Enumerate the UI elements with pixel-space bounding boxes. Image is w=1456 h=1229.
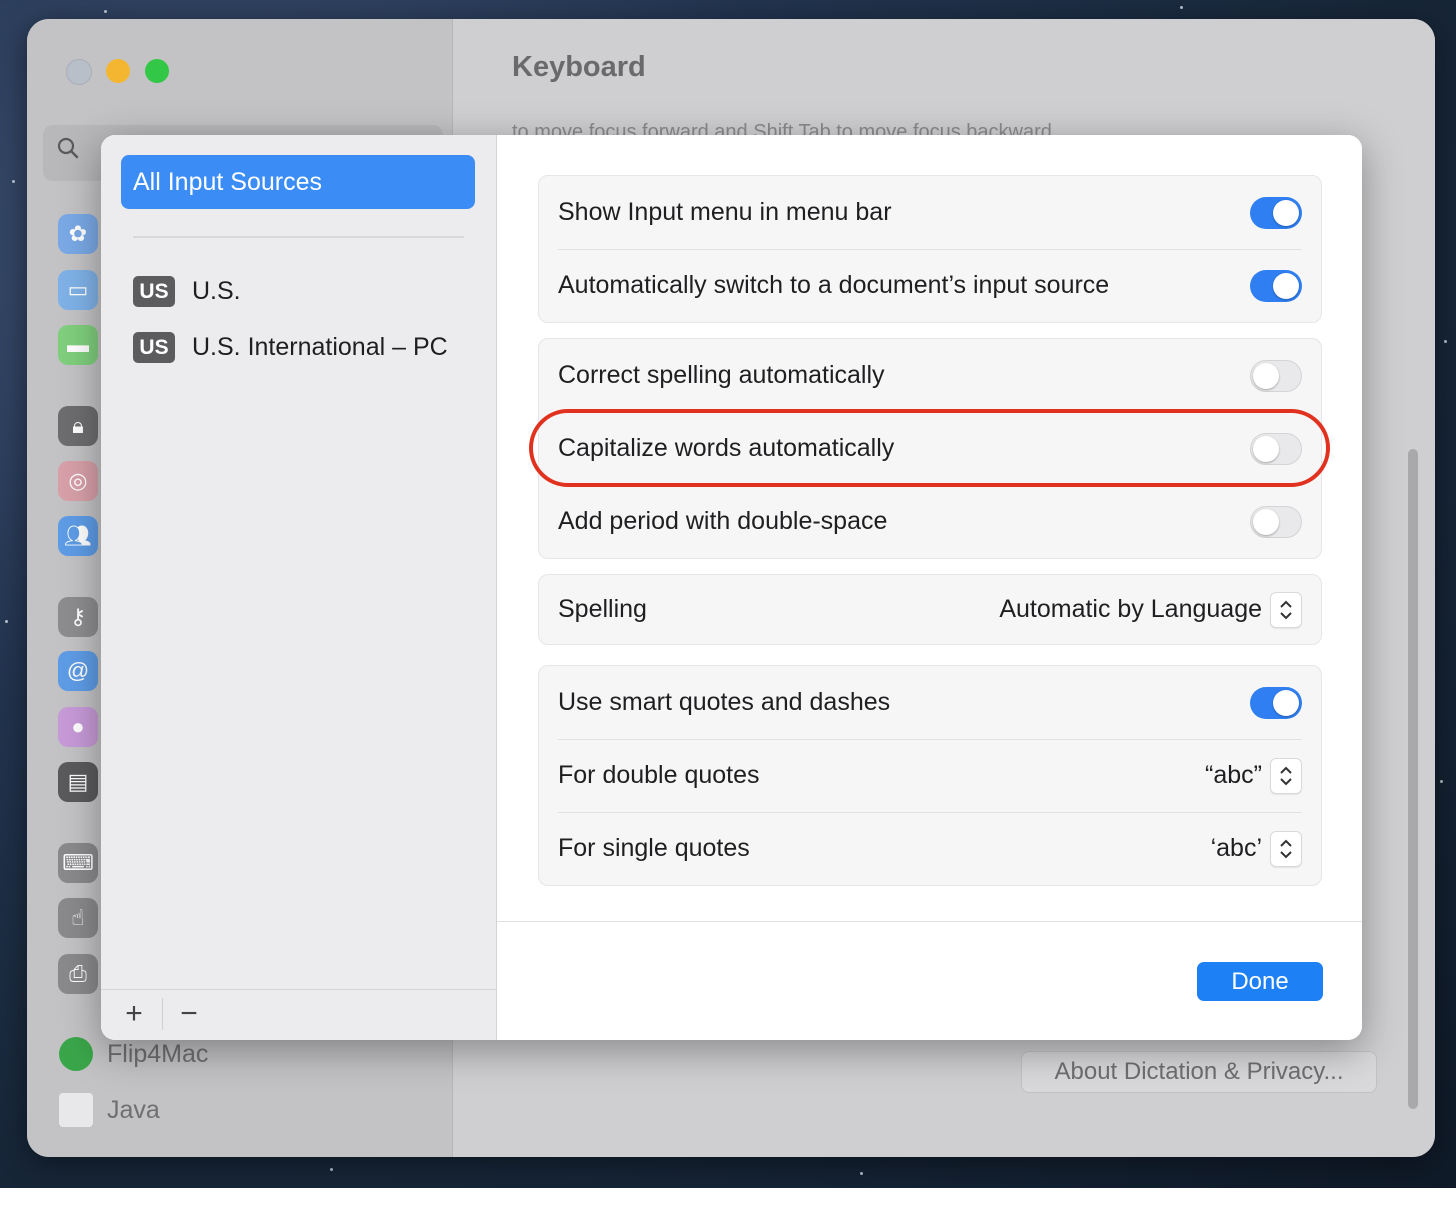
wallet-icon[interactable]: ▤: [58, 762, 98, 802]
setting-row-correct-spelling: Correct spelling automatically: [539, 339, 1321, 412]
setting-label: Show Input menu in menu bar: [558, 198, 892, 226]
setting-row-capitalize-words: Capitalize words automatically: [539, 412, 1321, 485]
spelling-group: Spelling Automatic by Language: [538, 574, 1322, 645]
setting-row-double-quotes: For double quotes “abc”: [539, 739, 1321, 812]
window-close-button[interactable]: [66, 59, 92, 85]
setting-row-spelling: Spelling Automatic by Language: [539, 575, 1321, 644]
main-pane-scrollbar[interactable]: [1408, 449, 1418, 1109]
setting-row-show-input-menu: Show Input menu in menu bar: [539, 176, 1321, 249]
setting-row-add-period: Add period with double-space: [539, 485, 1321, 558]
list-toolbar: + −: [101, 989, 496, 1040]
all-input-sources-item[interactable]: All Input Sources: [121, 155, 475, 209]
setting-label: For single quotes: [558, 834, 750, 862]
input-source-label: U.S. International – PC: [192, 333, 448, 361]
popup-value: “abc”: [1205, 761, 1262, 789]
touch-id-icon[interactable]: ◎: [58, 461, 98, 501]
flip4mac-icon: [59, 1037, 93, 1071]
star: [330, 1168, 333, 1171]
screensaver-icon[interactable]: ▭: [58, 270, 98, 310]
us-flag-icon: US: [133, 332, 175, 363]
search-icon: [57, 137, 79, 159]
single-quotes-popup[interactable]: ‘abc’: [1210, 830, 1302, 867]
setting-row-auto-switch-input: Automatically switch to a document’s inp…: [539, 249, 1321, 322]
game-center-icon[interactable]: ●: [58, 707, 98, 747]
lock-screen-icon[interactable]: 🔒︎: [58, 406, 98, 446]
java-icon: [59, 1093, 93, 1127]
star: [860, 1172, 863, 1175]
done-button[interactable]: Done: [1197, 962, 1323, 1001]
input-settings-pane: Show Input menu in menu bar Automaticall…: [497, 135, 1362, 1040]
keyboard-icon[interactable]: ⌨︎: [58, 843, 98, 883]
toggle-knob: [1273, 199, 1299, 226]
setting-label: Use smart quotes and dashes: [558, 688, 891, 716]
about-dictation-privacy-button[interactable]: About Dictation & Privacy...: [1021, 1051, 1377, 1093]
star: [1180, 6, 1183, 9]
star: [5, 620, 8, 623]
input-sources-sheet: All Input Sources US U.S. US U.S. Intern…: [101, 135, 1362, 1040]
setting-label: Capitalize words automatically: [558, 434, 895, 462]
toolbar-separator: [162, 998, 163, 1030]
sidebar-item-label: Java: [107, 1095, 160, 1124]
chevron-up-down-icon: [1270, 830, 1302, 867]
chevron-up-down-icon: [1270, 591, 1302, 628]
capitalize-words-toggle[interactable]: [1250, 432, 1302, 465]
us-flag-icon: US: [133, 276, 175, 307]
input-source-us-international-pc[interactable]: US U.S. International – PC: [133, 332, 448, 363]
setting-row-single-quotes: For single quotes ‘abc’: [539, 812, 1321, 885]
star: [12, 180, 15, 183]
list-divider: [133, 236, 464, 238]
toggle-knob: [1253, 362, 1279, 389]
setting-row-smart-quotes: Use smart quotes and dashes: [539, 666, 1321, 739]
smart-quotes-toggle[interactable]: [1250, 686, 1302, 719]
spelling-language-popup[interactable]: Automatic by Language: [999, 591, 1302, 628]
show-input-menu-toggle[interactable]: [1250, 196, 1302, 229]
setting-label: Correct spelling automatically: [558, 361, 885, 389]
smart-quotes-group: Use smart quotes and dashes For double q…: [538, 665, 1322, 886]
trackpad-icon[interactable]: ☝︎: [58, 898, 98, 938]
toggle-knob: [1253, 435, 1279, 462]
toggle-knob: [1273, 689, 1299, 716]
double-quotes-popup[interactable]: “abc”: [1205, 757, 1302, 794]
toggle-knob: [1253, 508, 1279, 535]
flower-icon[interactable]: ✿: [58, 214, 98, 254]
setting-label: Add period with double-space: [558, 507, 888, 535]
setting-label: Spelling: [558, 595, 647, 623]
star: [104, 10, 107, 13]
text-correction-group: Correct spelling automatically Capitaliz…: [538, 338, 1322, 559]
chevron-up-down-icon: [1270, 757, 1302, 794]
popup-value: ‘abc’: [1210, 834, 1262, 862]
window-zoom-button[interactable]: [145, 59, 169, 83]
window-minimize-button[interactable]: [106, 59, 130, 83]
sheet-footer-divider: [497, 921, 1362, 922]
setting-label: Automatically switch to a document’s inp…: [558, 271, 1110, 299]
auto-switch-input-toggle[interactable]: [1250, 269, 1302, 302]
sidebar-item-flip4mac[interactable]: Flip4Mac: [59, 1037, 208, 1071]
printers-icon[interactable]: ⎙: [58, 954, 98, 994]
input-source-us[interactable]: US U.S.: [133, 276, 241, 307]
passwords-key-icon[interactable]: ⚷: [58, 597, 98, 637]
popup-value: Automatic by Language: [999, 595, 1262, 623]
battery-icon[interactable]: ▬: [58, 325, 98, 365]
sidebar-item-java[interactable]: Java: [59, 1093, 160, 1127]
input-sources-list: All Input Sources US U.S. US U.S. Intern…: [101, 135, 497, 1040]
setting-label: For double quotes: [558, 761, 760, 789]
input-menu-group: Show Input menu in menu bar Automaticall…: [538, 175, 1322, 323]
sidebar-item-label: Flip4Mac: [107, 1039, 209, 1068]
star: [1444, 340, 1447, 343]
add-period-toggle[interactable]: [1250, 505, 1302, 538]
add-input-source-button[interactable]: +: [114, 996, 154, 1032]
toggle-knob: [1273, 272, 1299, 299]
star: [1440, 780, 1443, 783]
correct-spelling-toggle[interactable]: [1250, 359, 1302, 392]
internet-accounts-icon[interactable]: @: [58, 651, 98, 691]
input-source-label: U.S.: [192, 277, 241, 305]
users-groups-icon[interactable]: 👥︎: [58, 516, 98, 556]
window-title: Keyboard: [512, 51, 646, 83]
remove-input-source-button[interactable]: −: [169, 996, 209, 1032]
